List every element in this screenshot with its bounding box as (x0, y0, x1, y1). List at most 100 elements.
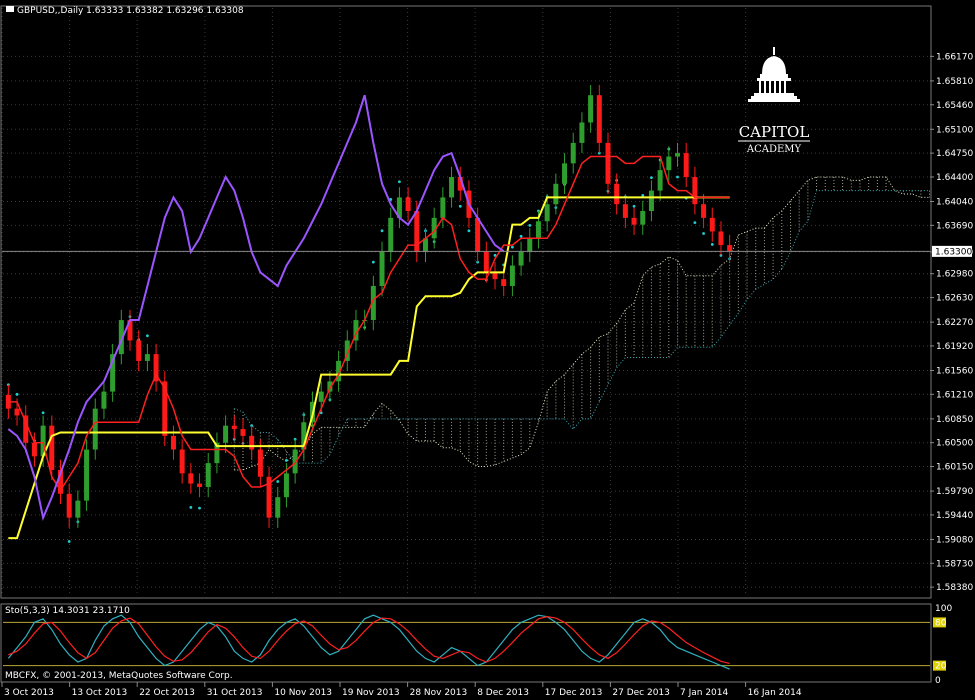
stoch-header: Sto(5,3,3) 14.3031 23.1710 (5, 606, 130, 616)
candle-body (197, 483, 203, 487)
y-tick-label: 1.59790 (936, 487, 973, 497)
candle-body (657, 170, 663, 191)
x-tick-label: 22 Oct 2013 (139, 688, 195, 698)
candle-body (249, 435, 255, 450)
y-tick-label: 1.61920 (936, 342, 973, 352)
candle-body (283, 473, 289, 498)
candle-body (318, 391, 324, 402)
psar-dot (510, 245, 514, 249)
candle-body (75, 500, 81, 518)
candle-body (605, 142, 611, 184)
y-tick-label: 1.58730 (936, 559, 973, 569)
psar-dot (641, 193, 645, 197)
candle-body (84, 449, 90, 501)
stoch-tick-label: 0 (935, 676, 941, 686)
psar-dot (15, 392, 19, 396)
candle-body (614, 183, 620, 205)
psar-dot (710, 243, 714, 246)
x-tick-label: 16 Jan 2014 (748, 688, 802, 698)
y-tick-label: 1.64040 (936, 198, 973, 208)
candle-body (449, 176, 455, 198)
candle-body (49, 425, 55, 470)
y-tick-label: 1.59440 (936, 511, 973, 521)
psar-dot (650, 176, 653, 180)
candle-body (518, 251, 524, 266)
candle-body (170, 435, 176, 450)
y-tick-label: 1.62980 (936, 270, 973, 280)
y-tick-label: 1.62270 (936, 318, 973, 328)
psar-dot (693, 221, 697, 225)
y-tick-label: 1.60150 (936, 463, 973, 473)
candle-body (475, 217, 481, 252)
candle-body (622, 204, 628, 218)
logo-subtitle: ACADEMY (746, 144, 802, 155)
candle-body (66, 493, 72, 518)
candle-body (231, 425, 237, 430)
x-tick-label: 28 Nov 2013 (410, 688, 468, 698)
y-tick-label: 1.58380 (936, 583, 973, 593)
psar-dot (189, 506, 193, 509)
y-tick-label: 1.60500 (936, 439, 973, 449)
psar-dot (41, 411, 45, 415)
candle-body (101, 391, 107, 409)
psar-dot (67, 540, 71, 543)
x-tick-label: 10 Nov 2013 (274, 688, 332, 698)
y-tick-label: 1.64400 (936, 173, 973, 183)
stoch-tick-label: 80 (935, 618, 947, 628)
candle-body (240, 429, 246, 436)
ichimoku-chart: 1.66170 1.65810 1.65460 1.65100 1.64750 1.644… (0, 0, 975, 700)
candle-body (509, 265, 515, 286)
price-axis: 1.66170 1.65810 1.65460 1.65100 1.64750 1.644… (930, 52, 973, 593)
x-tick-label: 19 Nov 2013 (342, 688, 400, 698)
x-tick-label: 3 Oct 2013 (4, 688, 54, 698)
candle-body (501, 279, 507, 286)
candle-body (683, 153, 689, 177)
psar-dot (398, 180, 401, 184)
candle-body (31, 442, 37, 457)
psar-dot (198, 506, 201, 510)
x-tick-label: 17 Dec 2013 (545, 688, 603, 698)
candle-body (188, 473, 194, 484)
candle-body (257, 449, 263, 477)
candle-body (666, 156, 672, 171)
psar-dot (632, 204, 636, 208)
candle-body (223, 425, 229, 443)
candle-body (648, 190, 654, 212)
candle-body (527, 238, 533, 252)
psar-dot (528, 223, 532, 227)
candle-body (535, 221, 541, 239)
candle-body (727, 245, 733, 252)
y-tick-label: 1.61210 (936, 390, 973, 400)
x-tick-label: 31 Oct 2013 (207, 688, 263, 698)
stoch-label: Sto(5,3,3) 14.3031 23.1710 (5, 606, 130, 616)
candle-body (596, 95, 602, 143)
psar-dot (276, 480, 280, 483)
x-tick-label: 27 Dec 2013 (612, 688, 670, 698)
candle-body (379, 251, 385, 286)
candle-body (692, 176, 698, 205)
candle-body (579, 122, 585, 143)
y-tick-label: 1.65810 (936, 77, 973, 87)
candle-body (440, 197, 446, 218)
candle-body (483, 251, 489, 273)
y-tick-label: 1.61560 (936, 366, 973, 376)
candle-body (701, 204, 707, 218)
x-tick-label: 8 Dec 2013 (477, 688, 529, 698)
current-price-tag-text: 1.63300 (935, 247, 972, 257)
candle-body (388, 217, 394, 252)
y-tick-label: 1.66170 (936, 52, 973, 62)
candle-body (675, 153, 681, 157)
candle-body (144, 354, 150, 361)
candle-body (492, 272, 498, 280)
candle-body (631, 217, 637, 225)
symbol-label: GBPUSD,,Daily 1.63333 1.63382 1.63296 1.… (17, 6, 244, 16)
candle-body (136, 340, 142, 361)
copyright-label: MBCFX, © 2001-2013, MetaQuotes Software … (5, 671, 233, 681)
psar-dot (676, 175, 679, 179)
candle-body (205, 463, 211, 487)
candle-body (275, 497, 281, 518)
candle-body (562, 163, 568, 184)
stoch-tick-label: 100 (935, 604, 952, 614)
psar-dot (519, 234, 523, 238)
candle-body (14, 408, 20, 416)
